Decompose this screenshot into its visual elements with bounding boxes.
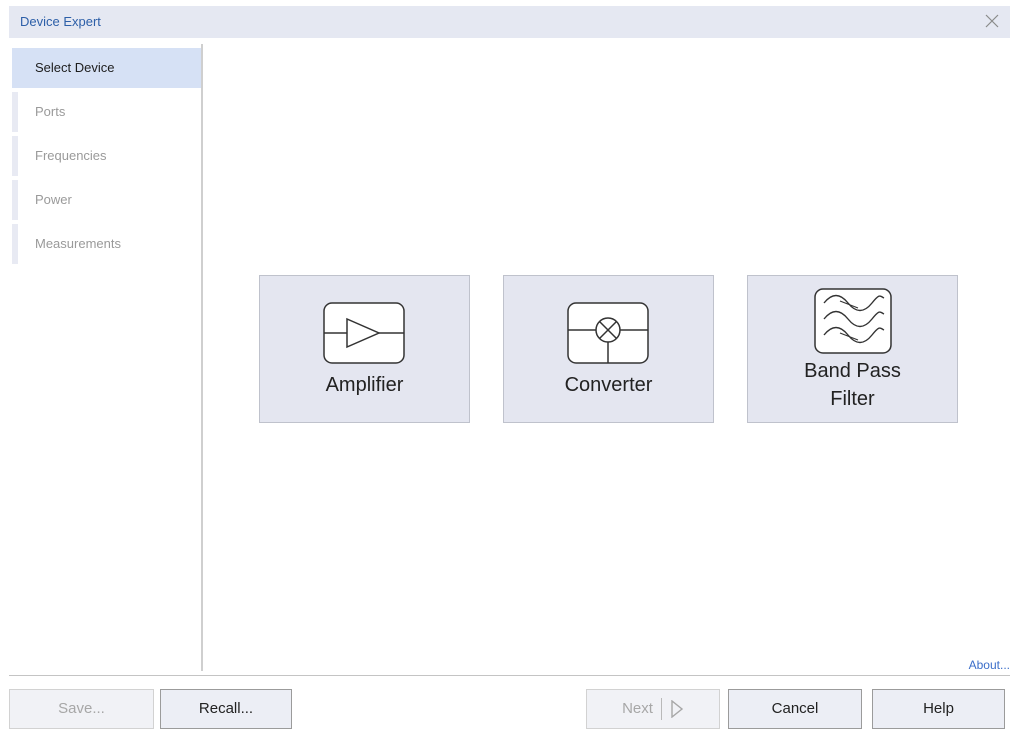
- sidebar-item-ports[interactable]: Ports: [12, 92, 201, 132]
- band-pass-filter-icon: [814, 288, 892, 354]
- next-button-label: Next: [622, 700, 653, 717]
- footer-divider: [9, 675, 1010, 676]
- sidebar-item-label: Frequencies: [35, 148, 107, 163]
- mixer-icon: [567, 302, 649, 364]
- cancel-button[interactable]: Cancel: [728, 689, 862, 729]
- sidebar-divider: [201, 44, 203, 671]
- sidebar-item-measurements[interactable]: Measurements: [12, 224, 201, 264]
- converter-label: Converter: [564, 374, 653, 396]
- sidebar-item-label: Select Device: [35, 60, 115, 75]
- band-pass-label: Band Pass: [804, 360, 901, 382]
- window-title: Device Expert: [20, 14, 101, 29]
- sidebar-item-power[interactable]: Power: [12, 180, 201, 220]
- wizard-steps-sidebar: Select Device Ports Frequencies Power Me…: [9, 44, 201, 671]
- cancel-button-label: Cancel: [771, 700, 819, 717]
- band-pass-filter-button[interactable]: Band Pass Filter: [747, 275, 958, 423]
- about-link[interactable]: About...: [969, 658, 1010, 672]
- help-button[interactable]: Help: [872, 689, 1005, 729]
- converter-button[interactable]: Converter: [503, 275, 714, 423]
- help-button-label: Help: [923, 700, 954, 717]
- save-button[interactable]: Save...: [9, 689, 154, 729]
- close-icon: [985, 14, 999, 28]
- amplifier-icon: [323, 302, 405, 364]
- sidebar-item-label: Measurements: [35, 236, 121, 251]
- sidebar-item-frequencies[interactable]: Frequencies: [12, 136, 201, 176]
- sidebar-item-select-device[interactable]: Select Device: [12, 48, 201, 88]
- recall-button-label: Recall...: [198, 700, 254, 717]
- save-button-label: Save...: [58, 700, 105, 717]
- next-arrow-icon: [671, 700, 684, 718]
- filter-label: Filter: [830, 388, 875, 410]
- amplifier-label: Amplifier: [325, 374, 404, 396]
- next-button[interactable]: Next: [586, 689, 720, 729]
- amplifier-button[interactable]: Amplifier: [259, 275, 470, 423]
- recall-button[interactable]: Recall...: [160, 689, 292, 729]
- next-separator: [660, 698, 662, 720]
- close-button[interactable]: [982, 11, 1002, 31]
- title-bar: Device Expert: [9, 6, 1010, 38]
- sidebar-item-label: Power: [35, 192, 72, 207]
- sidebar-item-label: Ports: [35, 104, 66, 119]
